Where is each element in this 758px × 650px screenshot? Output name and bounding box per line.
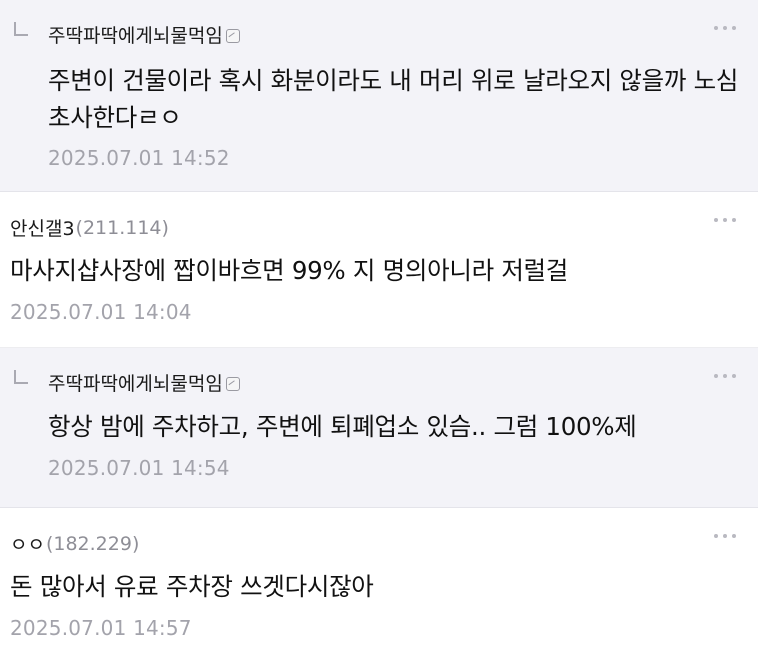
more-options-icon[interactable] [714,374,736,378]
comment-text: 돈 많아서 유료 주차장 쓰겟다시잖아 [10,572,374,601]
comment-author-line: 안신갤3 (211.114) [10,214,169,241]
reply-arrow-icon [14,22,28,36]
comment-author-line: 주딱파딱에게뇌물먹임 [48,21,240,48]
reply-comment: 주딱파딱에게뇌물먹임 주변이 건물이라 혹시 화분이라도 내 머리 위로 날라오… [0,0,758,192]
comment-author[interactable]: 안신갤3 [10,214,75,241]
comment-ip: (211.114) [75,216,169,239]
comment-text: 마사지샵사장에 짭이바흐면 99% 지 명의아니라 저럴걸 [10,256,569,285]
comment: ㅇㅇ (182.229) 돈 많아서 유료 주차장 쓰겟다시잖아 2025.07… [0,508,758,650]
reply-arrow-icon [14,370,28,384]
comment: 안신갤3 (211.114) 마사지샵사장에 짭이바흐면 99% 지 명의아니라… [0,192,758,348]
comment-author-line: ㅇㅇ (182.229) [10,530,139,557]
reply-comment: 주딱파딱에게뇌물먹임 항상 밤에 주차하고, 주변에 퇴폐업소 있슴.. 그럼 … [0,348,758,508]
comment-date: 2025.07.01 14:04 [10,300,192,324]
comment-text: 항상 밤에 주차하고, 주변에 퇴폐업소 있슴.. 그럼 100%제 [48,412,637,441]
comment-ip: (182.229) [45,532,140,555]
more-options-icon[interactable] [714,534,736,538]
fixed-nick-icon [225,28,240,43]
fixed-nick-icon [225,376,240,391]
more-options-icon[interactable] [714,26,736,30]
more-options-icon[interactable] [714,218,736,222]
comment-author[interactable]: 주딱파딱에게뇌물먹임 [48,369,223,396]
comment-date: 2025.07.01 14:54 [48,456,230,480]
comment-text: 주변이 건물이라 혹시 화분이라도 내 머리 위로 날라오지 않을까 노심초사한… [48,66,739,132]
comment-author[interactable]: ㅇㅇ [10,530,45,557]
comment-author-line: 주딱파딱에게뇌물먹임 [48,369,240,396]
comment-author[interactable]: 주딱파딱에게뇌물먹임 [48,21,223,48]
comment-date: 2025.07.01 14:52 [48,146,230,170]
comment-date: 2025.07.01 14:57 [10,616,192,640]
